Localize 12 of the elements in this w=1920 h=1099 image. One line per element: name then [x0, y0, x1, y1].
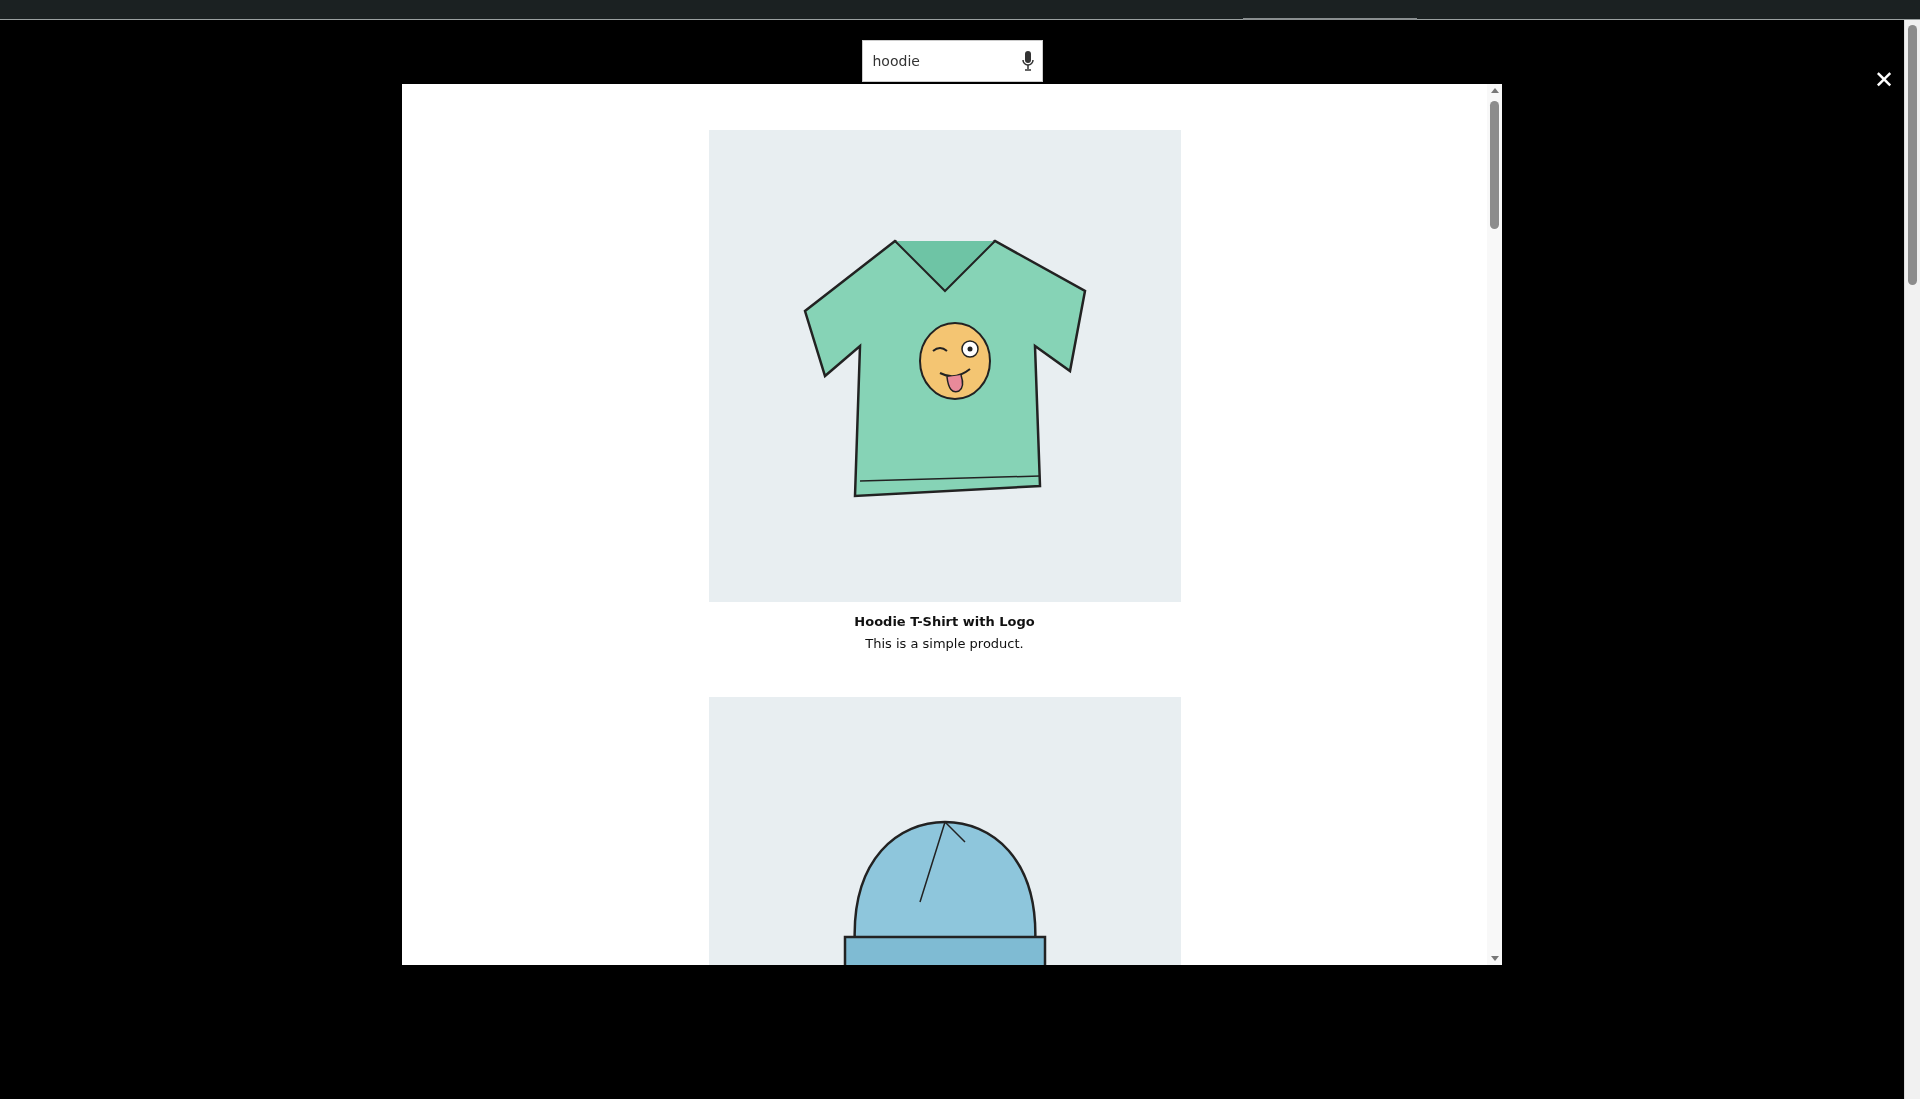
scrollbar-thumb[interactable] — [1908, 25, 1917, 285]
product-title[interactable]: Hoodie T-Shirt with Logo — [854, 614, 1035, 629]
microphone-icon[interactable] — [1021, 51, 1034, 71]
scroll-down-icon[interactable] — [1490, 956, 1499, 961]
scrollbar-thumb[interactable] — [1490, 101, 1499, 229]
search-field[interactable]: hoodie — [861, 40, 1043, 82]
scrollbar[interactable] — [1487, 84, 1502, 965]
page-scrollbar[interactable] — [1904, 20, 1920, 1099]
close-button[interactable]: ✕ — [1873, 68, 1894, 92]
product-image[interactable] — [708, 130, 1181, 602]
scroll-up-icon[interactable] — [1490, 88, 1499, 93]
product-description: This is a simple product. — [865, 636, 1024, 651]
